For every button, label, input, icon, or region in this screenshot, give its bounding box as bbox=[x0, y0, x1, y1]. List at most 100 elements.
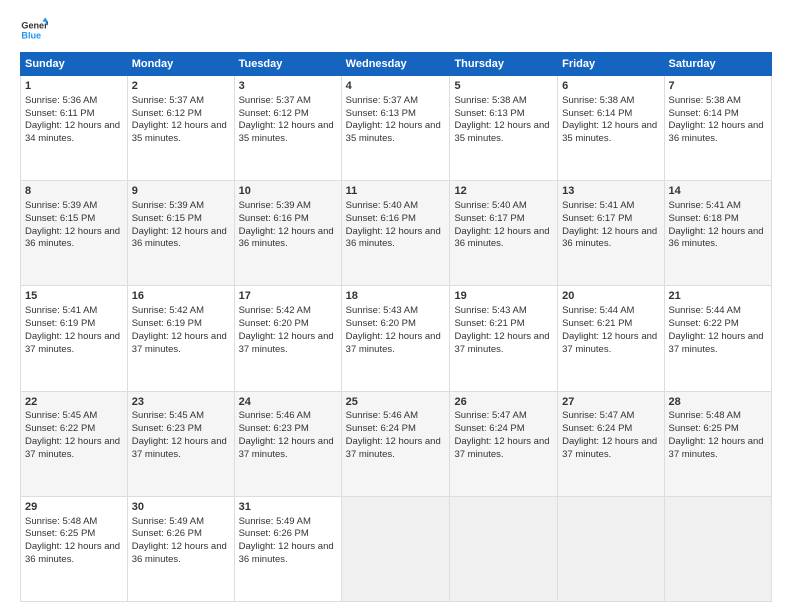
calendar-cell: 7Sunrise: 5:38 AM Sunset: 6:14 PMDaylight… bbox=[664, 76, 771, 181]
calendar-cell: 15Sunrise: 5:41 AMSunset: 6:19 PMDayligh… bbox=[21, 286, 128, 391]
daylight-label: Daylight: 12 hours and 35 minutes. bbox=[562, 120, 657, 144]
sunrise: Sunrise: 5:39 AM bbox=[25, 200, 97, 211]
sunset: Sunset: 6:14 PM bbox=[669, 108, 739, 119]
day-header-tuesday: Tuesday bbox=[234, 53, 341, 76]
day-number: 1 bbox=[25, 79, 123, 94]
sunrise: Sunrise: 5:44 AM bbox=[669, 305, 741, 316]
daylight-label: Daylight: 12 hours and 35 minutes. bbox=[346, 120, 441, 144]
sunset: Sunset: 6:20 PM bbox=[239, 318, 309, 329]
daylight-label: Daylight: 12 hours and 37 minutes. bbox=[562, 331, 657, 355]
day-number: 7 bbox=[669, 79, 767, 94]
daylight-label: Daylight: 12 hours and 35 minutes. bbox=[454, 120, 549, 144]
sunset: Sunset: 6:25 PM bbox=[669, 423, 739, 434]
calendar-table: SundayMondayTuesdayWednesdayThursdayFrid… bbox=[20, 52, 772, 602]
daylight-label: Daylight: 12 hours and 37 minutes. bbox=[239, 331, 334, 355]
sunset: Sunset: 6:21 PM bbox=[454, 318, 524, 329]
sunset: Sunset: 6:24 PM bbox=[454, 423, 524, 434]
calendar-cell: 22Sunrise: 5:45 AMSunset: 6:22 PMDayligh… bbox=[21, 391, 128, 496]
sunset: Sunset: 6:13 PM bbox=[454, 108, 524, 119]
day-number: 4 bbox=[346, 79, 446, 94]
sunrise: Sunrise: 5:38 AM bbox=[454, 95, 526, 106]
day-header-wednesday: Wednesday bbox=[341, 53, 450, 76]
sunset: Sunset: 6:19 PM bbox=[132, 318, 202, 329]
sunrise: Sunrise: 5:42 AM bbox=[239, 305, 311, 316]
calendar-cell: 30Sunrise: 5:49 AMSunset: 6:26 PMDayligh… bbox=[127, 496, 234, 601]
calendar-cell: 9Sunrise: 5:39 AMSunset: 6:15 PMDaylight… bbox=[127, 181, 234, 286]
svg-text:Blue: Blue bbox=[21, 30, 41, 40]
calendar-cell: 21Sunrise: 5:44 AMSunset: 6:22 PMDayligh… bbox=[664, 286, 771, 391]
daylight-label: Daylight: 12 hours and 36 minutes. bbox=[669, 120, 764, 144]
sunrise: Sunrise: 5:47 AM bbox=[454, 410, 526, 421]
sunrise: Sunrise: 5:38 AM bbox=[669, 95, 741, 106]
day-number: 17 bbox=[239, 289, 337, 304]
calendar-cell: 10Sunrise: 5:39 AMSunset: 6:16 PMDayligh… bbox=[234, 181, 341, 286]
sunset: Sunset: 6:15 PM bbox=[132, 213, 202, 224]
sunrise: Sunrise: 5:37 AM bbox=[346, 95, 418, 106]
daylight-label: Daylight: 12 hours and 37 minutes. bbox=[25, 331, 120, 355]
sunrise: Sunrise: 5:37 AM bbox=[239, 95, 311, 106]
page: General Blue SundayMondayTuesdayWednesda… bbox=[0, 0, 792, 612]
daylight-label: Daylight: 12 hours and 37 minutes. bbox=[562, 436, 657, 460]
day-number: 2 bbox=[132, 79, 230, 94]
calendar-cell: 12Sunrise: 5:40 AMSunset: 6:17 PMDayligh… bbox=[450, 181, 558, 286]
sunset: Sunset: 6:24 PM bbox=[562, 423, 632, 434]
sunset: Sunset: 6:20 PM bbox=[346, 318, 416, 329]
sunset: Sunset: 6:22 PM bbox=[25, 423, 95, 434]
sunset: Sunset: 6:22 PM bbox=[669, 318, 739, 329]
daylight-label: Daylight: 12 hours and 37 minutes. bbox=[454, 331, 549, 355]
daylight-label: Daylight: 12 hours and 36 minutes. bbox=[454, 226, 549, 250]
calendar-cell: 11Sunrise: 5:40 AMSunset: 6:16 PMDayligh… bbox=[341, 181, 450, 286]
sunrise: Sunrise: 5:41 AM bbox=[25, 305, 97, 316]
sunrise: Sunrise: 5:37 AM bbox=[132, 95, 204, 106]
sunset: Sunset: 6:23 PM bbox=[239, 423, 309, 434]
day-number: 18 bbox=[346, 289, 446, 304]
sunset: Sunset: 6:11 PM bbox=[25, 108, 95, 119]
day-header-thursday: Thursday bbox=[450, 53, 558, 76]
sunset: Sunset: 6:12 PM bbox=[132, 108, 202, 119]
sunset: Sunset: 6:24 PM bbox=[346, 423, 416, 434]
daylight-label: Daylight: 12 hours and 36 minutes. bbox=[132, 541, 227, 565]
calendar-cell: 5Sunrise: 5:38 AMSunset: 6:13 PMDaylight… bbox=[450, 76, 558, 181]
day-number: 6 bbox=[562, 79, 659, 94]
day-header-sunday: Sunday bbox=[21, 53, 128, 76]
day-number: 16 bbox=[132, 289, 230, 304]
daylight-label: Daylight: 12 hours and 37 minutes. bbox=[454, 436, 549, 460]
day-number: 23 bbox=[132, 395, 230, 410]
day-number: 31 bbox=[239, 500, 337, 515]
daylight-label: Daylight: 12 hours and 36 minutes. bbox=[562, 226, 657, 250]
calendar-cell: 1Sunrise: 5:36 AMSunset: 6:11 PMDaylight… bbox=[21, 76, 128, 181]
sunset: Sunset: 6:17 PM bbox=[562, 213, 632, 224]
sunset: Sunset: 6:13 PM bbox=[346, 108, 416, 119]
calendar-cell: 2Sunrise: 5:37 AMSunset: 6:12 PMDaylight… bbox=[127, 76, 234, 181]
calendar-cell: 28Sunrise: 5:48 AMSunset: 6:25 PMDayligh… bbox=[664, 391, 771, 496]
calendar-week-row: 22Sunrise: 5:45 AMSunset: 6:22 PMDayligh… bbox=[21, 391, 772, 496]
day-number: 9 bbox=[132, 184, 230, 199]
sunrise: Sunrise: 5:40 AM bbox=[346, 200, 418, 211]
sunrise: Sunrise: 5:41 AM bbox=[669, 200, 741, 211]
daylight-label: Daylight: 12 hours and 36 minutes. bbox=[25, 541, 120, 565]
daylight-label: Daylight: 12 hours and 35 minutes. bbox=[239, 120, 334, 144]
daylight-label: Daylight: 12 hours and 34 minutes. bbox=[25, 120, 120, 144]
sunrise: Sunrise: 5:39 AM bbox=[239, 200, 311, 211]
calendar-header-row: SundayMondayTuesdayWednesdayThursdayFrid… bbox=[21, 53, 772, 76]
calendar-cell: 13Sunrise: 5:41 AMSunset: 6:17 PMDayligh… bbox=[558, 181, 664, 286]
calendar-week-row: 1Sunrise: 5:36 AMSunset: 6:11 PMDaylight… bbox=[21, 76, 772, 181]
daylight-label: Daylight: 12 hours and 37 minutes. bbox=[239, 436, 334, 460]
calendar-cell: 14Sunrise: 5:41 AMSunset: 6:18 PMDayligh… bbox=[664, 181, 771, 286]
daylight-label: Daylight: 12 hours and 37 minutes. bbox=[132, 436, 227, 460]
sunset: Sunset: 6:15 PM bbox=[25, 213, 95, 224]
day-number: 22 bbox=[25, 395, 123, 410]
daylight-label: Daylight: 12 hours and 36 minutes. bbox=[239, 226, 334, 250]
daylight-label: Daylight: 12 hours and 36 minutes. bbox=[346, 226, 441, 250]
sunset: Sunset: 6:26 PM bbox=[132, 528, 202, 539]
calendar-cell bbox=[664, 496, 771, 601]
daylight-label: Daylight: 12 hours and 37 minutes. bbox=[346, 331, 441, 355]
sunrise: Sunrise: 5:40 AM bbox=[454, 200, 526, 211]
calendar-cell: 17Sunrise: 5:42 AM Sunset: 6:20 PM Dayligh… bbox=[234, 286, 341, 391]
sunrise: Sunrise: 5:41 AM bbox=[562, 200, 634, 211]
sunrise: Sunrise: 5:46 AM bbox=[239, 410, 311, 421]
calendar-cell bbox=[450, 496, 558, 601]
sunrise: Sunrise: 5:48 AM bbox=[669, 410, 741, 421]
day-header-friday: Friday bbox=[558, 53, 664, 76]
day-number: 30 bbox=[132, 500, 230, 515]
